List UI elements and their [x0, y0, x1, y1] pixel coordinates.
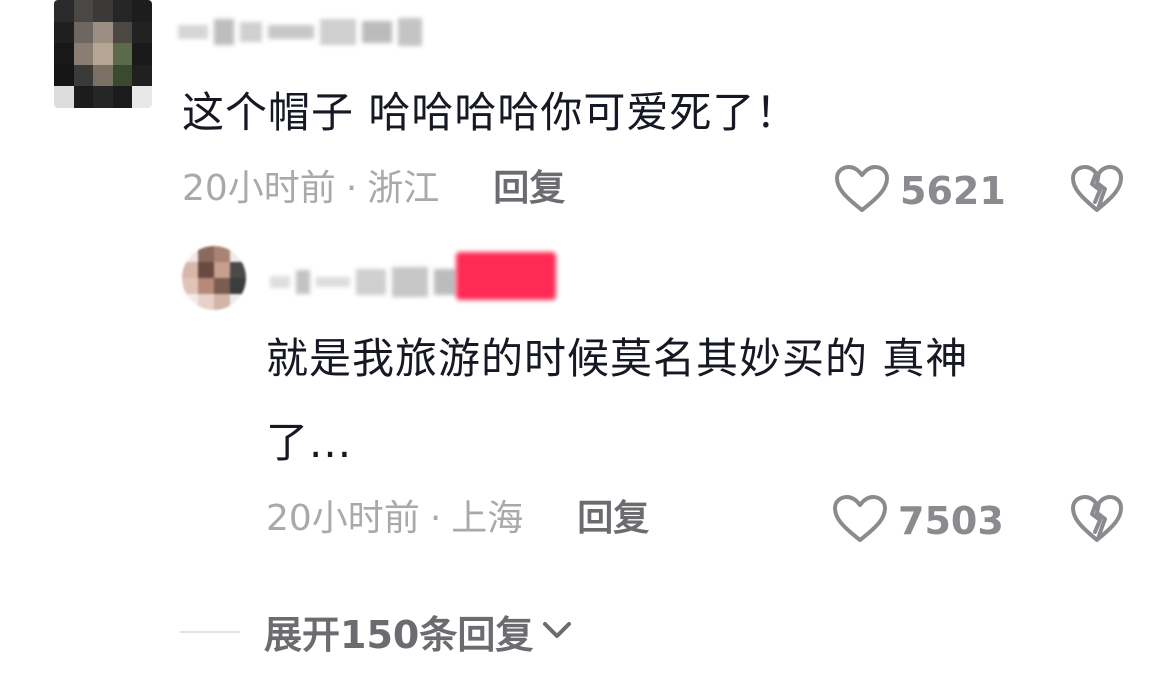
- broken-heart-icon: [1070, 495, 1124, 548]
- commenter-avatar[interactable]: [54, 0, 152, 108]
- heart-outline-icon: [832, 494, 888, 548]
- commenter-username[interactable]: [178, 14, 422, 50]
- comment-text: 这个帽子 哈哈哈哈你可爱死了！: [182, 88, 799, 137]
- dislike-button[interactable]: [1070, 494, 1124, 548]
- like-count: 7503: [898, 499, 1004, 543]
- reply-button[interactable]: 回复: [493, 166, 565, 212]
- author-badge: [456, 252, 556, 300]
- meta-separator: ·: [429, 498, 442, 539]
- heart-outline-icon: [834, 164, 890, 218]
- expand-replies-label: 展开150条回复: [264, 613, 534, 657]
- broken-heart-icon: [1070, 165, 1124, 218]
- like-count: 5621: [900, 169, 1006, 213]
- dislike-button[interactable]: [1070, 164, 1124, 218]
- expand-divider: [180, 630, 240, 633]
- reply-time: 20小时前: [266, 498, 420, 539]
- meta-separator: ·: [345, 168, 358, 209]
- expand-replies-button[interactable]: 展开150条回复: [180, 604, 575, 659]
- reply-button[interactable]: 回复: [577, 496, 649, 542]
- replier-avatar[interactable]: [182, 246, 246, 310]
- like-button[interactable]: 7503: [832, 494, 1004, 548]
- comment-time: 20小时前: [182, 168, 336, 209]
- reply-text-line-1: 就是我旅游的时候莫名其妙买的 真神: [266, 334, 969, 383]
- chevron-down-icon: [539, 615, 575, 649]
- reply-text-line-2: 了...: [266, 418, 353, 467]
- replier-username[interactable]: [270, 264, 456, 300]
- like-button[interactable]: 5621: [834, 164, 1006, 218]
- comment-location: 浙江: [367, 168, 440, 209]
- reply-location: 上海: [451, 498, 524, 539]
